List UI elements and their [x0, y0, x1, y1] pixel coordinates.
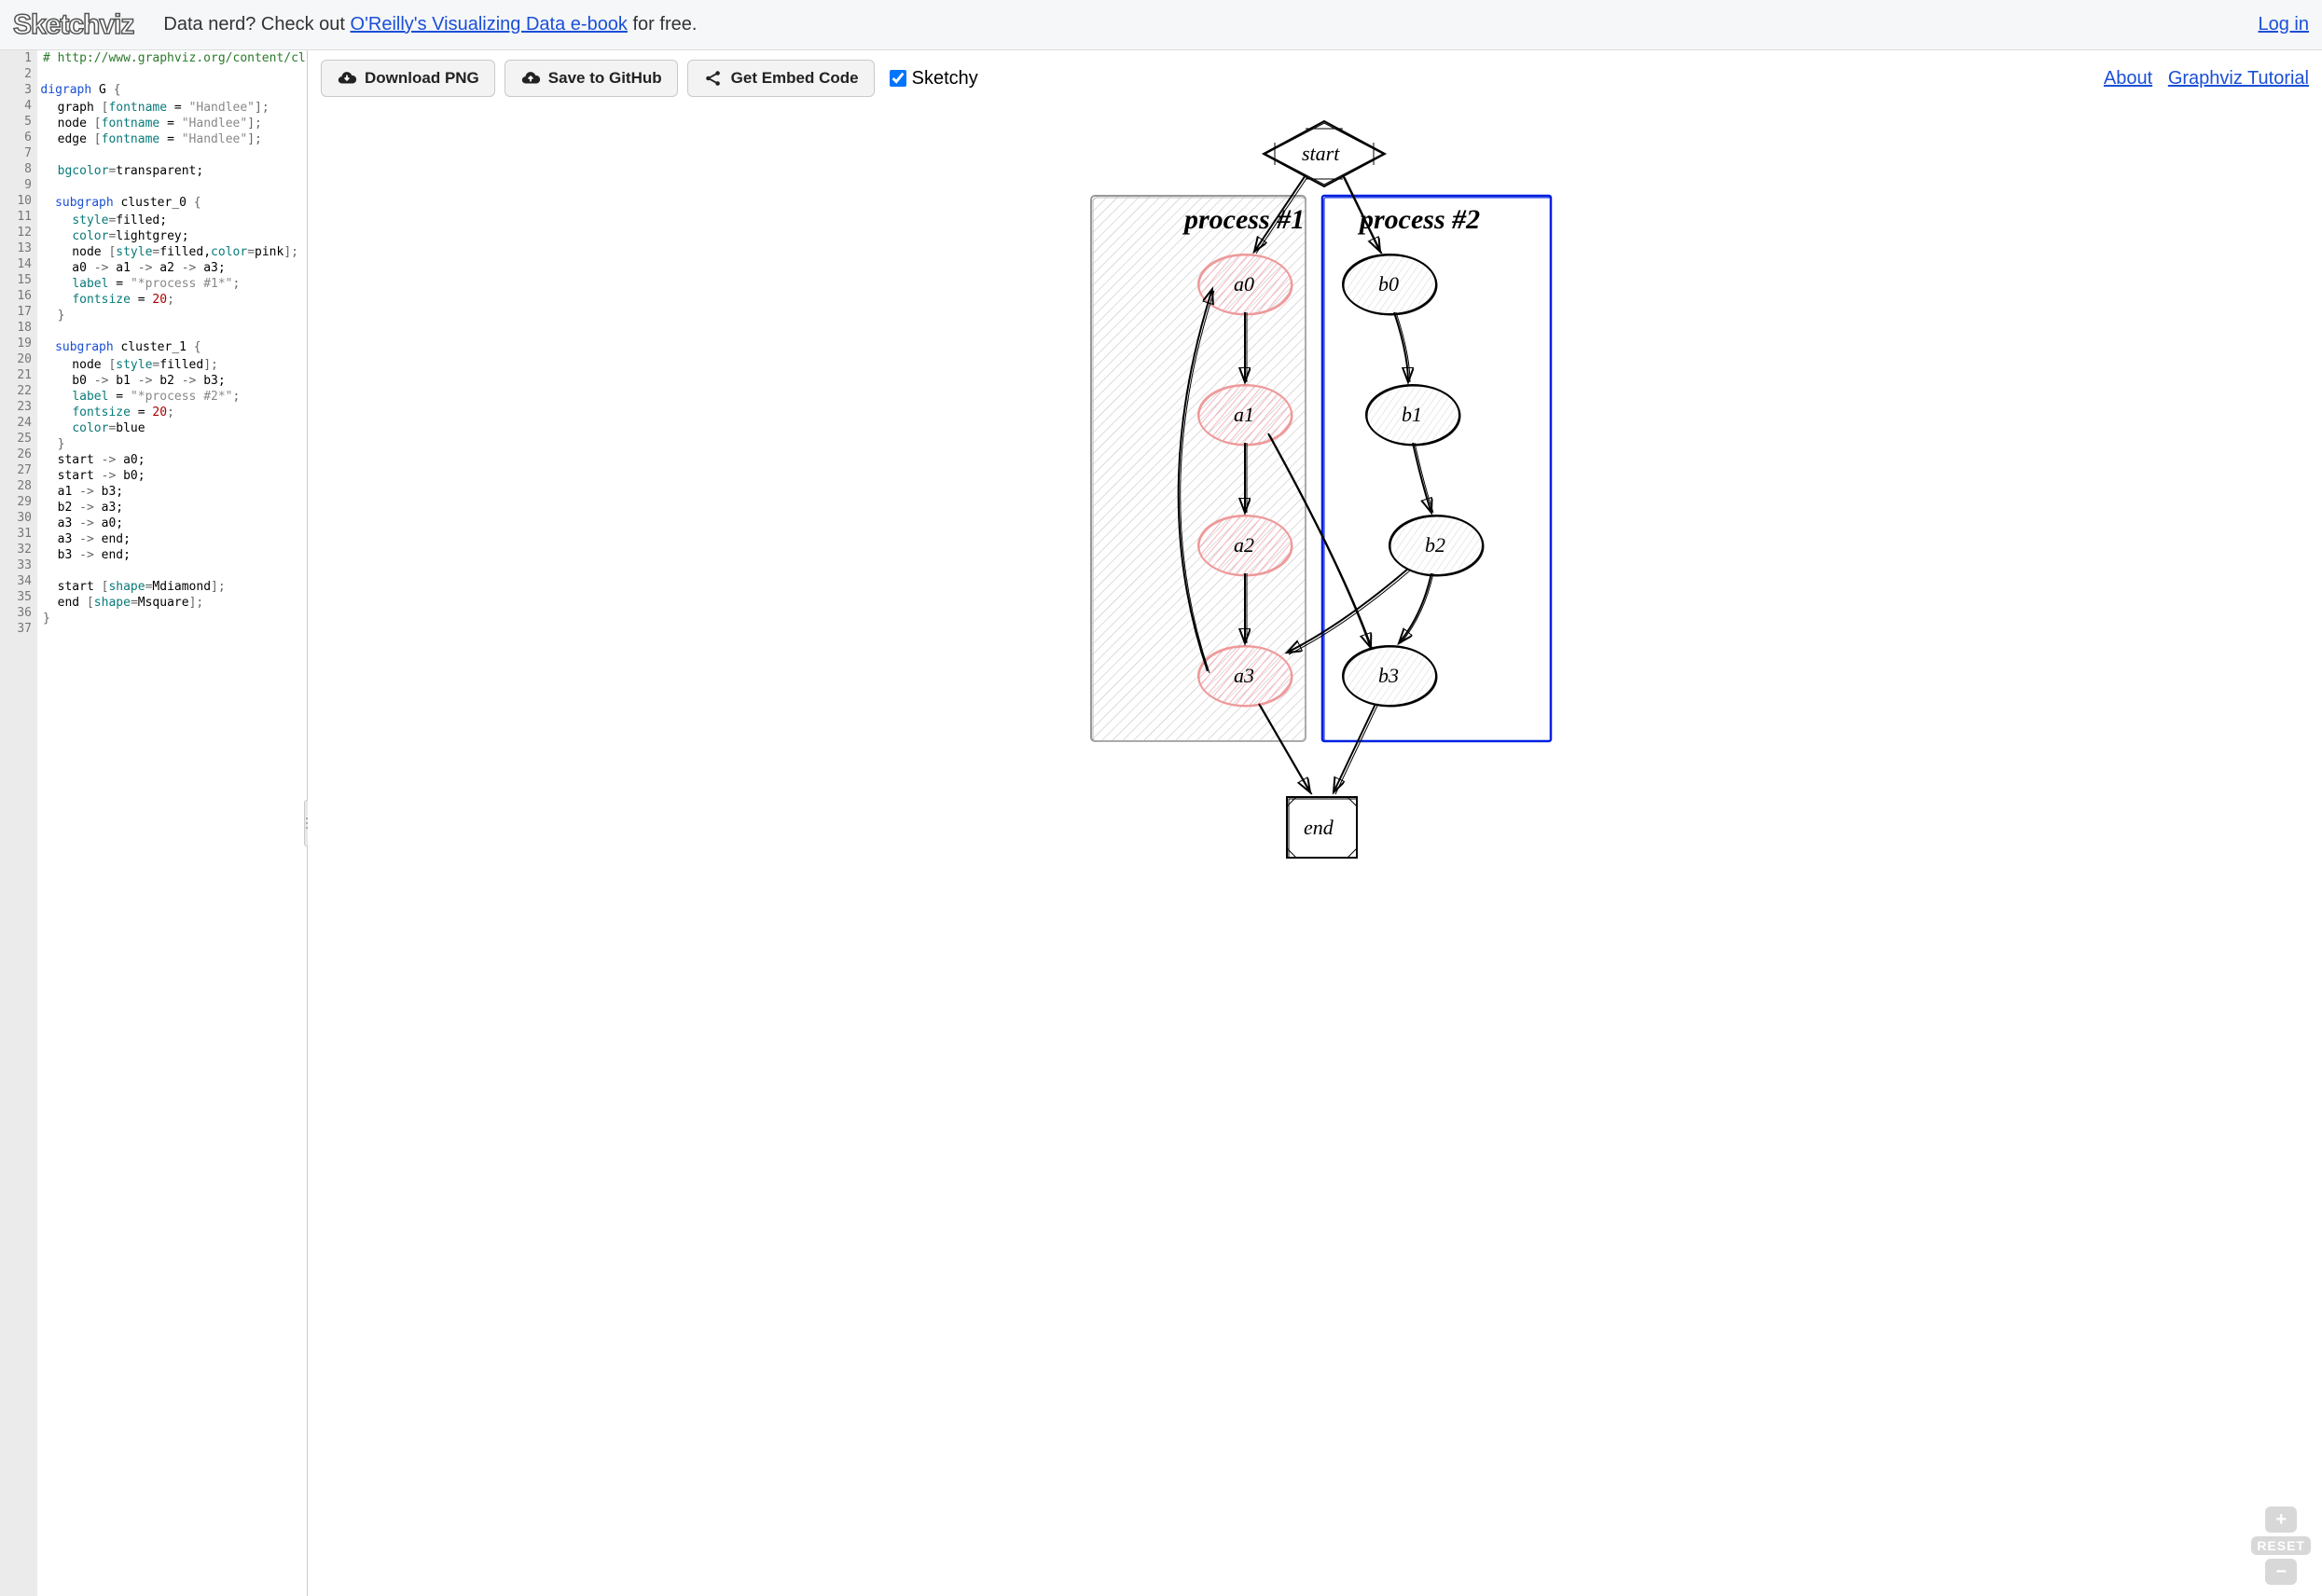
- node-a3: a3: [1198, 646, 1292, 707]
- cloud-download-icon: [337, 68, 357, 89]
- cloud-upload-icon: [520, 68, 541, 89]
- svg-text:a2: a2: [1234, 533, 1254, 557]
- zoom-out-button[interactable]: −: [2265, 1559, 2297, 1585]
- node-b0: b0: [1343, 255, 1437, 315]
- node-b2: b2: [1389, 516, 1484, 576]
- end-node: end: [1287, 797, 1357, 858]
- main-split: 1234567891011121314151617181920212223242…: [0, 50, 2322, 1596]
- start-node: start: [1264, 121, 1385, 186]
- zoom-in-button[interactable]: +: [2265, 1507, 2297, 1533]
- svg-text:a1: a1: [1234, 403, 1254, 426]
- svg-text:b0: b0: [1378, 272, 1399, 296]
- sketchy-label: Sketchy: [912, 68, 978, 89]
- preview-pane: Download PNG Save to GitHub Get Embed Co…: [308, 50, 2322, 1596]
- embed-code-button[interactable]: Get Embed Code: [687, 60, 875, 97]
- toolbar-links: About Graphviz Tutorial: [2104, 68, 2309, 89]
- end-label: end: [1304, 816, 1334, 839]
- zoom-reset-button[interactable]: RESET: [2251, 1536, 2311, 1555]
- node-a0: a0: [1198, 255, 1292, 315]
- cluster-2-label: process #2: [1357, 204, 1480, 235]
- sketchy-toggle-wrap: Sketchy: [890, 68, 978, 89]
- promo-link[interactable]: O'Reilly's Visualizing Data e-book: [351, 14, 628, 34]
- save-label: Save to GitHub: [548, 69, 662, 88]
- zoom-controls: + RESET −: [2251, 1507, 2311, 1585]
- svg-text:b3: b3: [1378, 664, 1399, 687]
- sketchy-checkbox[interactable]: [890, 70, 906, 87]
- node-b1: b1: [1366, 385, 1460, 446]
- about-link[interactable]: About: [2104, 68, 2152, 89]
- node-a2: a2: [1198, 516, 1292, 576]
- code-editor[interactable]: 1234567891011121314151617181920212223242…: [0, 50, 308, 1596]
- download-png-button[interactable]: Download PNG: [321, 60, 495, 97]
- start-label: start: [1302, 142, 1340, 165]
- editor-code[interactable]: # http://www.graphviz.org/content/cl ▾di…: [37, 50, 307, 1596]
- promo-text: Data nerd? Check out O'Reilly's Visualiz…: [163, 14, 697, 35]
- graph-canvas[interactable]: process #1 process #2 start: [308, 103, 2322, 1596]
- app-logo[interactable]: Sketchviz: [13, 9, 133, 41]
- tutorial-link[interactable]: Graphviz Tutorial: [2168, 68, 2309, 89]
- node-a1: a1: [1198, 385, 1292, 446]
- embed-label: Get Embed Code: [731, 69, 859, 88]
- svg-text:a0: a0: [1234, 272, 1254, 296]
- download-label: Download PNG: [365, 69, 479, 88]
- login-link[interactable]: Log in: [2259, 14, 2310, 35]
- editor-gutter: 1234567891011121314151617181920212223242…: [0, 50, 37, 1596]
- svg-text:a3: a3: [1234, 664, 1254, 687]
- svg-text:b2: b2: [1425, 533, 1445, 557]
- app-header: Sketchviz Data nerd? Check out O'Reilly'…: [0, 0, 2322, 50]
- save-github-button[interactable]: Save to GitHub: [504, 60, 678, 97]
- preview-toolbar: Download PNG Save to GitHub Get Embed Co…: [308, 50, 2322, 106]
- share-icon: [703, 68, 724, 89]
- promo-suffix: for free.: [628, 14, 697, 34]
- node-b3: b3: [1343, 646, 1437, 707]
- svg-text:b1: b1: [1402, 403, 1422, 426]
- promo-prefix: Data nerd? Check out: [163, 14, 350, 34]
- graph-svg: process #1 process #2 start: [1054, 103, 1576, 867]
